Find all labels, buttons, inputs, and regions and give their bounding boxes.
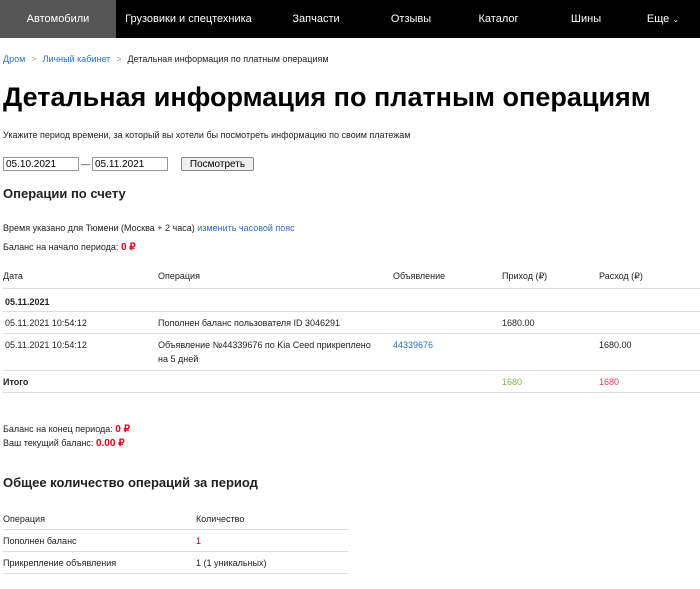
row-operation: Пополнен баланс пользователя ID 3046291 [158,318,341,328]
row-date: 05.11.2021 10:54:12 [5,318,87,328]
period-hint: Укажите период времени, за который вы хо… [3,130,411,140]
table-row: 05.11.2021 10:54:12 Пополнен баланс поль… [3,312,700,334]
total-label: Итого [3,377,29,387]
header-ad: Объявление [393,271,446,281]
breadcrumb-current: Детальная информация по платным операция… [127,54,329,64]
current-balance-label: Ваш текущий баланс: [3,438,94,448]
nav-more[interactable]: Еще ⌄ [626,0,700,38]
operations-heading: Операции по счету [3,186,126,201]
timezone-text: Время указано для Тюмени (Москва + 2 час… [3,223,195,233]
date-from-input[interactable] [3,157,79,171]
nav-parts[interactable]: Запчасти [261,0,371,38]
timezone-line: Время указано для Тюмени (Москва + 2 час… [3,223,295,233]
nav-trucks[interactable]: Грузовики и спецтехника [116,0,261,38]
header-expense: Расход (₽) [599,271,643,281]
summary-table: Операция Количество Пополнен баланс 1 Пр… [3,508,348,574]
summary-operation: Прикрепление объявления [3,558,117,568]
table-row: 05.11.2021 10:54:12 Объявление №44339676… [3,334,700,371]
summary-header-operation: Операция [3,514,45,524]
row-operation: Объявление №44339676 по Kia Ceed прикреп… [158,340,371,364]
total-income: 1680 [502,377,523,387]
page-title: Детальная информация по платным операция… [3,82,651,112]
summary-operation: Пополнен баланс [3,536,77,546]
current-balance-value: 0.00 ₽ [95,438,125,449]
summary-header: Операция Количество [3,508,348,530]
nav-catalog[interactable]: Каталог [451,0,546,38]
operations-table: Дата Операция Объявление Приход (₽) Расх… [3,262,700,393]
total-expense: 1680 [599,377,620,387]
current-balance: Ваш текущий баланс: 0.00 ₽ [3,438,125,449]
summary-header-count: Количество [196,514,245,524]
breadcrumb-drom[interactable]: Дром [3,54,25,64]
summary-count: 1 [196,536,202,546]
view-button[interactable]: Посмотреть [181,157,254,171]
end-balance-value: 0 ₽ [115,424,130,435]
summary-count: 1 (1 уникальных) [196,558,267,568]
start-balance-label: Баланс на начало периода: [3,242,119,252]
row-expense: 1680.00 [599,340,632,350]
row-date: 05.11.2021 10:54:12 [5,340,87,350]
breadcrumb-cabinet[interactable]: Личный кабинет [43,54,111,64]
top-nav: Автомобили Грузовики и спецтехника Запча… [0,0,700,38]
group-row: 05.11.2021 [3,289,700,312]
nav-cars[interactable]: Автомобили [0,0,116,38]
end-balance: Баланс на конец периода: 0 ₽ [3,424,130,435]
period-form: — Посмотреть [3,157,254,171]
start-balance: Баланс на начало периода: 0 ₽ [3,242,136,253]
header-date: Дата [3,271,23,281]
breadcrumb-separator: > [116,54,122,64]
table-header: Дата Операция Объявление Приход (₽) Расх… [3,262,700,289]
row-income: 1680.00 [502,318,535,328]
header-operation: Операция [158,271,200,281]
start-balance-value: 0 ₽ [120,242,136,253]
date-dash: — [81,159,90,169]
total-row: Итого 1680 1680 [3,371,700,393]
breadcrumb-separator: > [31,54,37,64]
nav-more-label: Еще [646,13,670,25]
nav-reviews[interactable]: Отзывы [371,0,451,38]
date-to-input[interactable] [92,157,168,171]
change-timezone-link[interactable]: изменить часовой пояс [197,223,294,233]
summary-row: Пополнен баланс 1 [3,530,348,552]
chevron-down-icon: ⌄ [672,15,680,24]
nav-tires[interactable]: Шины [546,0,626,38]
summary-heading: Общее количество операций за период [3,475,258,490]
end-balance-label: Баланс на конец периода: [3,424,113,434]
header-income: Приход (₽) [502,271,548,281]
breadcrumb: Дром > Личный кабинет > Детальная информация… [3,54,329,64]
summary-row: Прикрепление объявления 1 (1 уникальных) [3,552,348,574]
ad-link[interactable]: 44339676 [393,340,433,350]
group-date: 05.11.2021 [5,297,50,307]
